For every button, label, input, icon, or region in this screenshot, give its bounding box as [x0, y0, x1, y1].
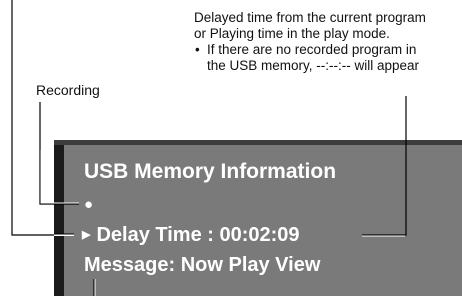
leader-line-recording-white [40, 150, 79, 204]
leader-line-delay-left [11, 0, 74, 236]
leader-line-delay-right [362, 96, 407, 236]
leader-lines [11, 0, 407, 296]
leader-line-recording [39, 102, 79, 205]
